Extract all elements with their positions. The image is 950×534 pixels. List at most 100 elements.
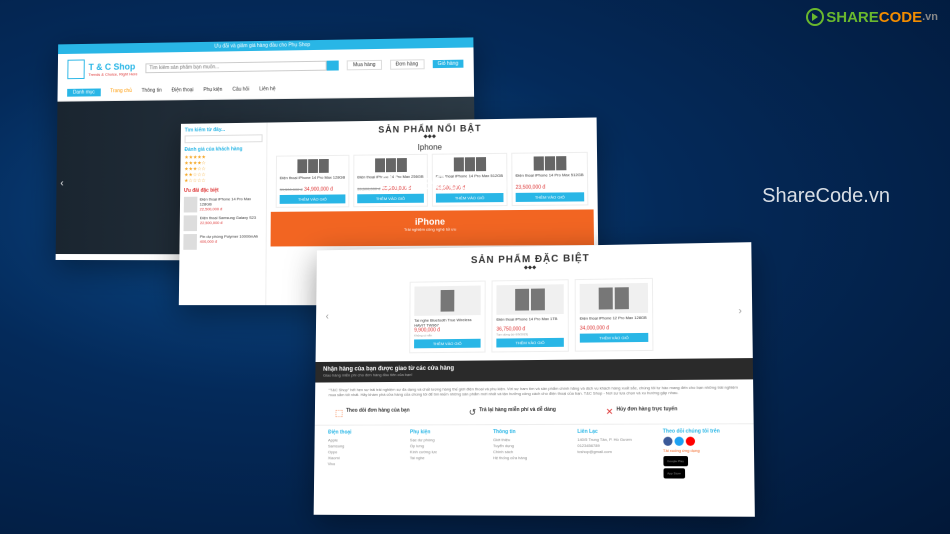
watermark-logo: SHARECODE.vn — [806, 8, 938, 26]
product-name: Điện thoại iPhone 14 Pro Max 512GB — [515, 172, 584, 183]
product-card[interactable]: Điện thoại iPhone 14 Pro Max 128GB39,500… — [276, 155, 350, 208]
watermark-text-2: CODE — [879, 9, 922, 26]
orders-link[interactable]: Mua hàng — [347, 60, 382, 70]
location-icon: ⬚ — [335, 408, 343, 419]
sidebar: Tìm kiếm từ đây... Đánh giá của khách hà… — [179, 123, 268, 306]
rec-item[interactable]: Điện thoại Samsung Galaxy S2322,500,000 … — [184, 215, 262, 231]
sidebar-rating-title: Đánh giá của khách hàng — [184, 146, 262, 153]
rec-thumb — [184, 197, 197, 213]
product-card[interactable]: Điện thoại iPhone 14 Pro Max 256GB39,500… — [353, 154, 428, 207]
rec-item[interactable]: Pin dự phòng Polymer 10000mAh400,000 đ — [183, 234, 262, 250]
nav-phones[interactable]: Điện thoại — [172, 87, 194, 95]
rec-price: 400,000 đ — [200, 239, 258, 244]
add-to-cart-button[interactable]: THÊM VÀO GIỎ — [414, 339, 481, 349]
rating-filter[interactable]: ★★★★★★★★★☆★★★☆☆★★☆☆☆★☆☆☆☆ — [184, 154, 262, 184]
footer-email: tcshop@gmail.com — [577, 449, 652, 455]
app-store-button[interactable]: App Store — [663, 468, 685, 478]
old-price: 39,500,000 đ — [357, 186, 380, 191]
logo-name: T & C Shop — [88, 61, 137, 71]
product-name: Điện thoại iPhone 14 Pro Max 256GB — [357, 174, 424, 185]
footer: Điện thoạiAppleSamsungOppoXiaomiVivo Phụ… — [314, 423, 754, 482]
watermark-copyright: Copyright © ShareCode.vn — [379, 498, 570, 516]
watermark-tld: .vn — [922, 11, 938, 23]
cancel-icon: ✕ — [606, 407, 614, 418]
old-price: 39,500,000 đ — [280, 187, 303, 192]
youtube-icon[interactable] — [685, 437, 694, 446]
product-card[interactable]: Điện thoại iPhone 14 Pro Max 1TB36,750,0… — [491, 279, 568, 352]
add-to-cart-button[interactable]: THÊM VÀO GIỎ — [580, 333, 649, 343]
add-to-cart-button[interactable]: THÊM VÀO GIỎ — [496, 338, 563, 348]
stock-note: Không có sẵn — [414, 333, 480, 338]
rec-thumb — [183, 234, 197, 250]
search-form — [145, 61, 339, 74]
product-image — [580, 283, 648, 314]
product-name: Điện thoại iPhone 14 Pro Max 512GB — [436, 173, 504, 184]
nav-home[interactable]: Trang chủ — [110, 88, 132, 96]
product-image — [414, 286, 480, 316]
screenshot-special: SẢN PHẨM ĐẶC BIỆT ⬥⬥⬥ ‹ Tai nghe Bluetoo… — [314, 242, 755, 517]
product-card[interactable]: Điện thoại iPhone 14 Pro Max 512GB 23,500… — [511, 152, 588, 206]
search-input[interactable] — [145, 61, 327, 74]
new-price: 34,900,000 đ — [304, 187, 333, 193]
carousel-next-icon[interactable]: › — [738, 306, 742, 317]
feature-cancel: Hủy đơn hàng trực tuyến — [616, 406, 677, 412]
carousel-prev-icon[interactable]: ‹ — [326, 311, 329, 322]
nav-categories[interactable]: Danh mục — [67, 88, 101, 96]
footer-link[interactable]: Hệ thống cửa hàng — [493, 455, 567, 461]
add-to-cart-button[interactable]: THÊM VÀO GIỎ — [436, 193, 504, 203]
feature-row: ⬚Theo dõi đơn hàng của bạn ↺Trả lại hàng… — [315, 400, 754, 425]
footer-link[interactable]: Vivo — [328, 461, 400, 467]
nav-contact[interactable]: Liên hệ — [259, 86, 275, 94]
nav-info[interactable]: Thông tin — [141, 88, 161, 96]
footer-col-info: Thông tin — [493, 429, 567, 435]
rec-price: 22,500,000 đ — [200, 220, 256, 225]
rec-name: Điện thoại iPhone 14 Pro Max 128GB — [200, 196, 262, 206]
sidebar-search-input[interactable] — [185, 134, 263, 143]
footer-col-acc: Phụ kiện — [410, 429, 483, 435]
footer-col-follow: Theo dõi chúng tôi trên — [663, 428, 740, 434]
promo-subtitle: Trải nghiệm công nghệ tối ưu — [277, 226, 588, 233]
add-to-cart-button[interactable]: THÊM VÀO GIỎ — [280, 194, 346, 203]
footer-col-phones: Điện thoại — [328, 429, 400, 435]
sidebar-rec-title: Ưu đãi đặc biệt — [184, 187, 262, 194]
return-icon: ↺ — [469, 407, 476, 418]
facebook-icon[interactable] — [663, 437, 672, 446]
product-name: Điện thoại iPhone 14 Pro Max 128GB — [280, 175, 346, 186]
footer-link[interactable]: Tai nghe — [410, 455, 483, 461]
nav-accessories[interactable]: Phụ kiện — [203, 87, 222, 95]
sidebar-search-title: Tìm kiếm từ đây... — [185, 127, 263, 134]
nav-faq[interactable]: Câu hỏi — [232, 87, 249, 95]
logo-tagline: Trends & Choice, Right Here — [88, 71, 137, 77]
watermark-icon — [806, 8, 824, 26]
promo-banner[interactable]: iPhone Trải nghiệm công nghệ tối ưu — [271, 209, 594, 246]
search-button[interactable] — [327, 61, 339, 71]
new-price: 34,000,000 đ — [580, 325, 648, 332]
shop-logo[interactable]: T & C Shop Trends & Choice, Right Here — [67, 59, 137, 80]
product-card[interactable]: Tai nghe Bluetooth True Wireless HAVIT T… — [409, 281, 486, 354]
add-to-cart-button[interactable]: THÊM VÀO GIỎ — [357, 194, 424, 204]
footer-col-contact: Liên Lạc — [577, 429, 652, 435]
watermark-text-1: SHARE — [826, 9, 879, 26]
new-price: 35,200,000 đ — [382, 186, 411, 192]
cart-button[interactable]: Giỏ hàng — [432, 60, 463, 68]
wishlist-link[interactable]: Đơn hàng — [390, 59, 425, 70]
special-row: ‹ Tai nghe Bluetooth True Wireless HAVIT… — [316, 276, 753, 354]
about-text: "T&C Shop" hết hẹn sự trải trải nghiệm s… — [315, 379, 753, 402]
stock-note: Tạm dừng (từ 6/9/2023) — [496, 332, 563, 337]
new-price: 23,500,000 đ — [516, 185, 546, 191]
product-row: Điện thoại iPhone 14 Pro Max 128GB39,500… — [271, 152, 594, 208]
twitter-icon[interactable] — [674, 437, 683, 446]
rec-price: 22,500,000 đ — [200, 206, 262, 211]
logo-icon — [67, 59, 84, 79]
new-price: 26,800,000 đ — [436, 185, 465, 191]
rec-item[interactable]: Điện thoại iPhone 14 Pro Max 128GB22,500… — [184, 196, 262, 212]
product-image — [496, 284, 563, 315]
carousel-prev-icon[interactable]: ‹ — [60, 177, 63, 188]
google-play-button[interactable]: Google Play — [663, 456, 688, 466]
feature-track: Theo dõi đơn hàng của bạn — [346, 408, 410, 414]
feature-return: Trả lại hàng miễn phí và dễ dàng — [479, 407, 556, 413]
product-card[interactable]: Điện thoại iPhone 14 Pro Max 512GB26,800… — [432, 153, 508, 207]
product-card[interactable]: Điện thoại iPhone 12 Pro Max 128GB34,000… — [575, 278, 654, 352]
add-to-cart-button[interactable]: THÊM VÀO GIỎ — [516, 192, 585, 202]
rec-thumb — [184, 215, 198, 231]
